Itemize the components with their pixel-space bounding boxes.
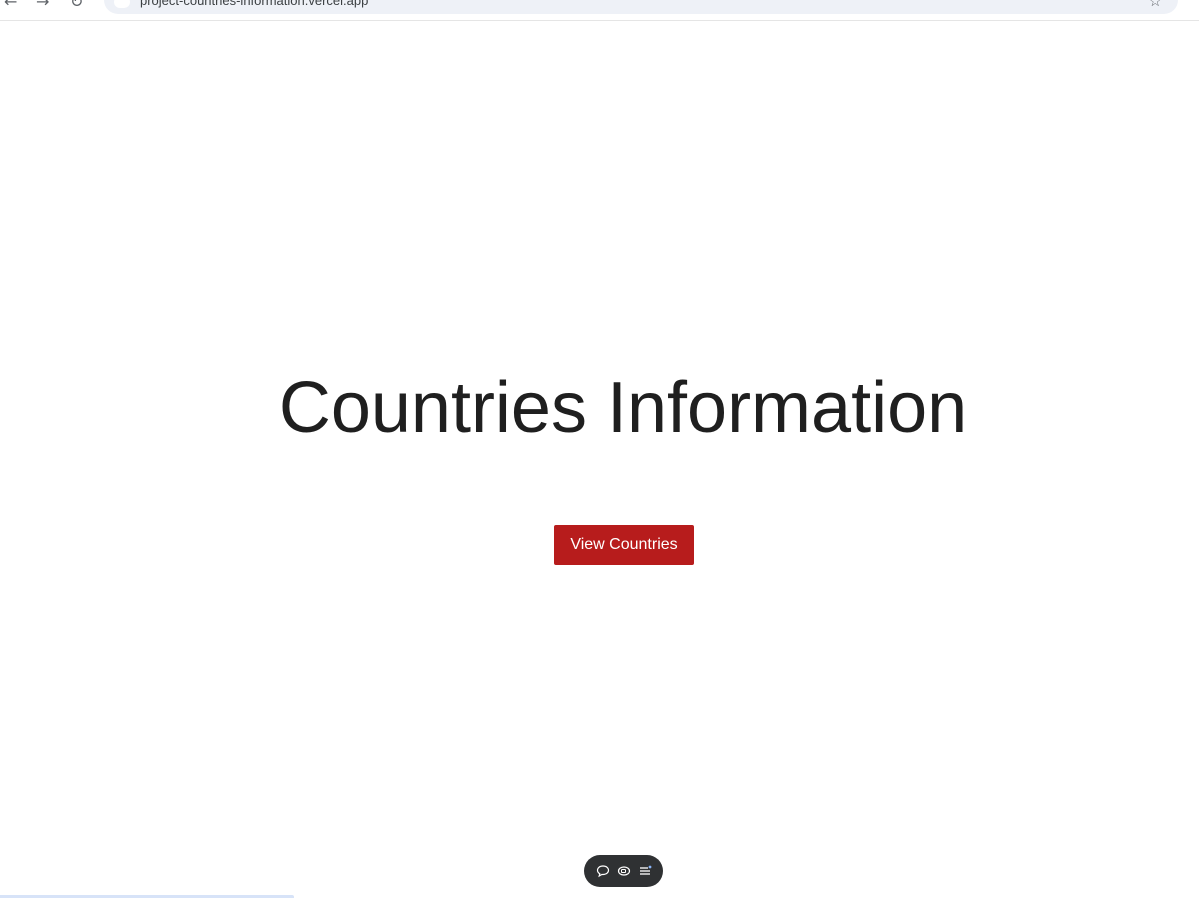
floating-toolbar <box>584 855 663 887</box>
screen-icon[interactable] <box>615 862 633 880</box>
forward-arrow-icon[interactable]: → <box>36 0 49 10</box>
url-text[interactable]: project-countries-information.vercel.app <box>140 0 368 8</box>
browser-toolbar: ← → ↻ project-countries-information.verc… <box>0 0 1199 21</box>
site-info-icon[interactable] <box>114 0 130 8</box>
list-icon[interactable] <box>636 862 654 880</box>
comment-icon[interactable] <box>594 862 612 880</box>
back-arrow-icon[interactable]: ← <box>4 0 17 10</box>
address-bar[interactable]: project-countries-information.vercel.app… <box>104 0 1178 14</box>
page-title: Countries Information <box>278 368 968 448</box>
view-countries-button[interactable]: View Countries <box>554 525 694 565</box>
reload-icon[interactable]: ↻ <box>70 0 83 10</box>
page-content: Countries Information View Countries <box>0 21 1199 898</box>
bookmark-star-icon[interactable]: ☆ <box>1149 0 1162 10</box>
